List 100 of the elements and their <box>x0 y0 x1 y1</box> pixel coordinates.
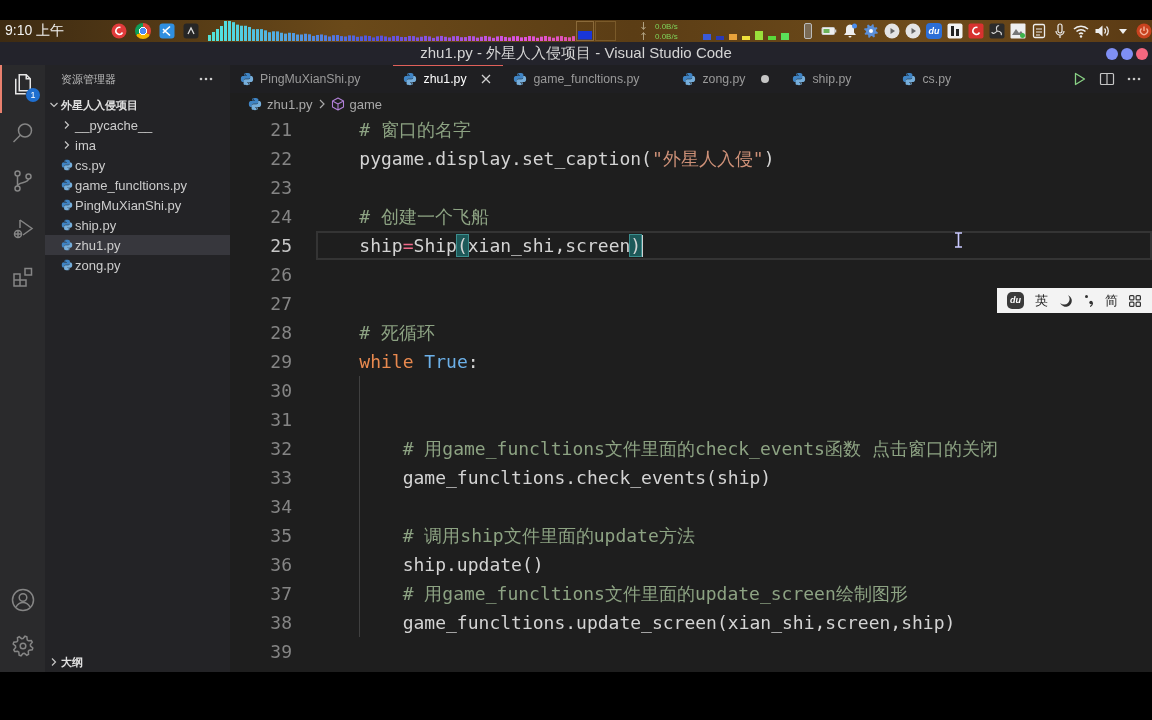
editor-tab[interactable]: zhu1.py <box>393 65 504 93</box>
account-icon[interactable] <box>10 588 35 612</box>
browser-app-icon[interactable] <box>135 23 151 39</box>
input-method-badge[interactable]: du <box>926 23 942 39</box>
upload-speed: 0.0B/s <box>655 31 678 41</box>
extensions-icon[interactable] <box>10 265 35 289</box>
power-icon[interactable] <box>1136 23 1152 39</box>
music-app-icon[interactable] <box>968 23 984 39</box>
volume-icon[interactable] <box>1094 23 1110 39</box>
line-number: 32 <box>270 438 292 459</box>
python-file-icon <box>248 97 262 111</box>
notification-bell-icon[interactable] <box>842 23 858 39</box>
line-number: 39 <box>270 641 292 662</box>
moon-icon[interactable] <box>1059 293 1073 308</box>
text-cursor-icon <box>954 232 963 248</box>
settings-icon[interactable] <box>10 634 35 658</box>
file-tree-item[interactable]: game_funcltions.py <box>45 175 230 195</box>
code-comment: # 窗口的名字 <box>359 119 472 140</box>
editor-tab[interactable]: PingMuXianShi.py <box>230 65 394 93</box>
python-file-icon <box>61 199 73 211</box>
music-app-icon[interactable] <box>111 23 127 39</box>
code-comment: # 调用ship文件里面的update方法 <box>402 525 695 546</box>
file-tree-item[interactable]: PingMuXianShi.py <box>45 195 230 215</box>
close-icon[interactable] <box>481 74 492 84</box>
line-number: 28 <box>270 322 292 343</box>
project-folder-header[interactable]: 外星人入侵项目 <box>45 95 230 115</box>
line-number: 26 <box>270 264 292 285</box>
code-line: ship=Ship(xian_shi,screen) <box>359 235 642 256</box>
line-number: 33 <box>270 467 292 488</box>
play-icon[interactable] <box>905 23 921 39</box>
editor-tab[interactable]: cs.py <box>892 65 1003 93</box>
maximize-button[interactable] <box>1121 47 1133 60</box>
line-number: 31 <box>270 409 292 430</box>
more-icon[interactable] <box>1127 77 1141 81</box>
charset-toggle[interactable]: 简 <box>1105 291 1118 310</box>
fan-icon[interactable] <box>989 23 1005 39</box>
code-comment: # 死循环 <box>359 322 436 343</box>
files-icon[interactable] <box>14 74 31 95</box>
code-comment: # 创建一个飞船 <box>359 206 490 227</box>
input-method-logo[interactable]: du <box>1007 292 1024 309</box>
line-number: 35 <box>270 525 292 546</box>
code-comment: # 用game_funcltions文件里面的check_events函数 点击窗口的关闭 <box>402 438 998 459</box>
breadcrumb-item[interactable]: game <box>330 96 383 112</box>
text-caret <box>641 235 644 257</box>
file-tree-item[interactable]: zong.py <box>45 255 230 275</box>
python-file-icon <box>902 72 917 86</box>
code-editor-app-icon[interactable] <box>159 23 175 39</box>
microphone-icon[interactable] <box>1052 23 1068 39</box>
python-file-icon <box>61 239 73 251</box>
file-tree-item[interactable]: ship.py <box>45 215 230 235</box>
line-number: 27 <box>270 293 292 314</box>
python-file-icon <box>513 72 528 86</box>
line-number: 25 <box>270 235 292 256</box>
image-icon[interactable] <box>1010 23 1026 39</box>
line-number: 22 <box>270 148 292 169</box>
python-file-icon <box>240 72 254 86</box>
editor-tab[interactable]: zong.py <box>672 65 783 93</box>
grid-icon[interactable] <box>1129 294 1141 307</box>
line-number: 38 <box>270 612 292 633</box>
clipboard-icon[interactable] <box>1031 23 1047 39</box>
more-icon[interactable] <box>199 77 213 81</box>
clock: 9:10 上午 <box>5 22 66 40</box>
play-icon[interactable] <box>884 23 900 39</box>
arrow-up-icon <box>641 32 646 40</box>
outline-section-header[interactable]: 大纲 <box>45 652 230 672</box>
python-file-icon <box>61 259 73 271</box>
explorer-button[interactable]: 1 <box>0 65 45 113</box>
search-icon[interactable] <box>10 121 35 145</box>
python-file-icon <box>61 179 73 191</box>
punctuation-icon[interactable] <box>1084 294 1094 307</box>
window-title: zhu1.py - 外星人入侵项目 - Visual Studio Code <box>420 44 732 63</box>
line-number: 30 <box>270 380 292 401</box>
app-icon[interactable] <box>947 23 963 39</box>
editor-tab[interactable]: game_funcltions.py <box>503 65 673 93</box>
wifi-icon[interactable] <box>1073 23 1089 39</box>
file-tree-item[interactable]: zhu1.py <box>45 235 230 255</box>
download-speed: 0.0B/s <box>655 21 678 31</box>
editor-tab[interactable]: ship.py <box>782 65 893 93</box>
line-number: 34 <box>270 496 292 517</box>
close-button[interactable] <box>1136 47 1148 60</box>
language-toggle[interactable]: 英 <box>1035 291 1048 310</box>
line-number: 36 <box>270 554 292 575</box>
python-file-icon <box>61 219 73 231</box>
sidebar-title: 资源管理器 <box>61 71 116 87</box>
file-tree-item[interactable]: __pycache__ <box>45 115 230 135</box>
app-icon[interactable] <box>183 23 199 39</box>
python-file-icon <box>403 72 418 86</box>
cube-icon <box>330 97 345 111</box>
split-editor-icon[interactable] <box>1099 71 1115 87</box>
minimize-button[interactable] <box>1106 47 1118 60</box>
file-tree-item[interactable]: cs.py <box>45 155 230 175</box>
line-number: 37 <box>270 583 292 604</box>
gear-icon[interactable] <box>863 23 879 39</box>
line-number: 29 <box>270 351 292 372</box>
arrow-down-icon <box>641 22 646 30</box>
file-tree-item[interactable]: ima <box>45 135 230 155</box>
line-number: 21 <box>270 119 292 140</box>
usage-meter-drawing <box>576 21 616 41</box>
breadcrumb-item[interactable]: zhu1.py <box>248 96 313 112</box>
unsaved-dot-icon[interactable] <box>761 75 770 83</box>
